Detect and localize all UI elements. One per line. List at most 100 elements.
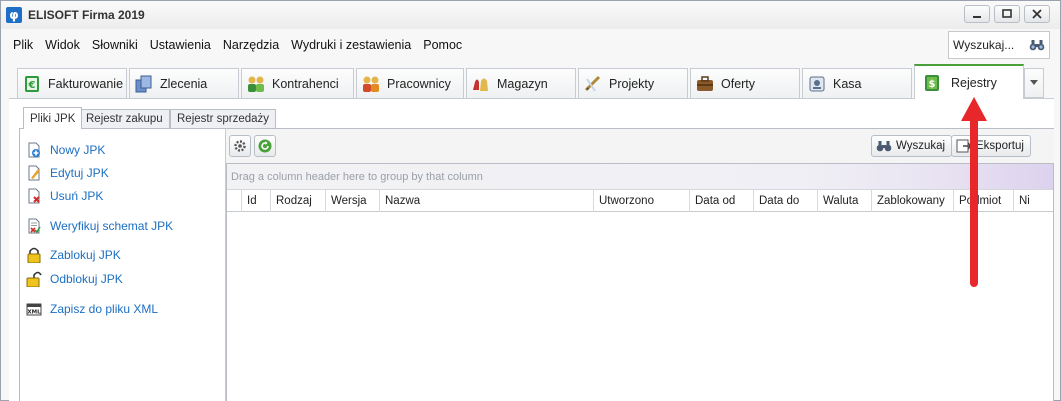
grid-header-row: Id Rodzaj Wersja Nazwa Utworzono Data od… [227, 190, 1053, 212]
menu-dictionaries[interactable]: Słowniki [86, 38, 144, 52]
column-header-version[interactable]: Wersja [326, 190, 380, 212]
svg-text:$: $ [929, 79, 936, 90]
search-placeholder: Wyszukaj... [953, 38, 1015, 52]
action-unlock-jpk[interactable]: Odblokuj JPK [26, 270, 123, 288]
tab-offers[interactable]: Oferty [690, 68, 800, 98]
subtab-jpk-files[interactable]: Pliki JPK [23, 107, 83, 129]
tab-projects-label: Projekty [609, 76, 655, 91]
action-lock-jpk-label: Zablokuj JPK [50, 248, 121, 262]
group-panel-hint: Drag a column header here to group by th… [231, 170, 483, 183]
tab-overflow-dropdown[interactable] [1024, 68, 1044, 98]
grid-search-button[interactable]: Wyszukaj [871, 135, 953, 157]
action-delete-jpk-label: Usuń JPK [50, 189, 104, 203]
grid-settings-button[interactable] [229, 135, 251, 157]
tab-registers-label: Rejestry [951, 75, 997, 90]
contractors-icon [248, 76, 264, 92]
action-edit-jpk-label: Edytuj JPK [50, 166, 109, 180]
xml-file-icon: XML [26, 303, 42, 316]
tab-warehouse-label: Magazyn [497, 76, 548, 91]
lock-icon [27, 247, 41, 263]
minimize-button[interactable] [964, 5, 990, 23]
offers-icon [697, 75, 713, 91]
module-tab-strip: € Fakturowanie Zlecenia Kontrahenci Prac… [17, 64, 1044, 99]
registers-icon: $ [925, 74, 939, 91]
tab-employees-label: Pracownicy [387, 76, 451, 91]
menu-settings[interactable]: Ustawienia [144, 38, 217, 52]
refresh-icon [258, 139, 272, 153]
column-header-nip[interactable]: Ni [1014, 190, 1053, 212]
action-delete-jpk[interactable]: Usuń JPK [26, 187, 103, 205]
menu-bar: Plik Widok Słowniki Ustawienia Narzędzia… [1, 29, 1060, 61]
employees-icon [363, 76, 379, 92]
tab-contractors[interactable]: Kontrahenci [241, 68, 354, 98]
close-button[interactable] [1024, 5, 1050, 23]
column-header-type[interactable]: Rodzaj [271, 190, 326, 212]
tab-projects[interactable]: Projekty [578, 68, 688, 98]
menu-help[interactable]: Pomoc [417, 38, 468, 52]
binoculars-icon [1029, 40, 1045, 51]
action-new-jpk-label: Nowy JPK [50, 143, 106, 157]
app-window: φ ELISOFT Firma 2019 Plik Widok Słowniki… [0, 0, 1061, 401]
column-header-date-from[interactable]: Data od [690, 190, 754, 212]
tab-orders[interactable]: Zlecenia [129, 68, 239, 98]
subtab-purchase-register[interactable]: Rejestr zakupu [79, 109, 170, 128]
column-header-created[interactable]: Utworzono [594, 190, 690, 212]
group-by-panel[interactable]: Drag a column header here to group by th… [227, 164, 1053, 190]
action-verify-schema-label: Weryfikuj schemat JPK [50, 219, 174, 233]
action-lock-jpk[interactable]: Zablokuj JPK [26, 246, 121, 264]
minimize-icon [973, 16, 981, 18]
menu-view[interactable]: Widok [39, 38, 86, 52]
subtab-sales-register[interactable]: Rejestr sprzedaży [170, 109, 277, 128]
window-title: ELISOFT Firma 2019 [28, 8, 145, 22]
tab-cashbox-label: Kasa [833, 76, 862, 91]
cashbox-icon [809, 76, 825, 91]
chevron-down-icon [1030, 80, 1038, 85]
jpk-panel: Nowy JPK Edytuj JPK Usuń JPK Weryfikuj s… [19, 128, 1054, 401]
column-header-id[interactable]: Id [242, 190, 271, 212]
projects-icon [584, 75, 601, 92]
warehouse-icon [473, 78, 488, 91]
annotation-arrow-icon [961, 97, 987, 287]
svg-text:€: € [28, 80, 36, 91]
column-header-currency[interactable]: Waluta [818, 190, 872, 212]
action-verify-schema[interactable]: Weryfikuj schemat JPK [26, 217, 173, 235]
delete-document-icon [28, 188, 40, 204]
column-header-name[interactable]: Nazwa [380, 190, 594, 212]
column-header-date-to[interactable]: Data do [754, 190, 818, 212]
verify-schema-icon [28, 218, 41, 234]
module-content: Pliki JPK Rejestr zakupu Rejestr sprzeda… [9, 98, 1054, 401]
menu-tools[interactable]: Narzędzia [217, 38, 285, 52]
grid-search-label: Wyszukaj [896, 140, 946, 152]
tab-cashbox[interactable]: Kasa [802, 68, 912, 98]
tab-invoicing-label: Fakturowanie [48, 76, 124, 91]
tab-orders-label: Zlecenia [160, 76, 208, 91]
gear-icon [234, 140, 246, 152]
title-bar: φ ELISOFT Firma 2019 [1, 1, 1060, 29]
menu-reports[interactable]: Wydruki i zestawienia [285, 38, 417, 52]
jpk-grid-area: Wyszukaj Eksportuj Drag a column header … [226, 129, 1054, 401]
action-save-xml[interactable]: XML Zapisz do pliku XML [26, 300, 158, 318]
invoice-icon: € [25, 75, 39, 92]
tab-invoicing[interactable]: € Fakturowanie [17, 68, 127, 98]
svg-text:XML: XML [27, 310, 41, 316]
jpk-data-grid: Drag a column header here to group by th… [226, 163, 1054, 401]
tab-contractors-label: Kontrahenci [272, 76, 339, 91]
binoculars-icon [876, 141, 892, 152]
new-document-icon [28, 142, 40, 158]
action-save-xml-label: Zapisz do pliku XML [50, 302, 159, 316]
tab-employees[interactable]: Pracownicy [356, 68, 464, 98]
action-new-jpk[interactable]: Nowy JPK [26, 141, 105, 159]
grid-refresh-button[interactable] [254, 135, 276, 157]
action-panel: Nowy JPK Edytuj JPK Usuń JPK Weryfikuj s… [20, 129, 226, 401]
menu-file[interactable]: Plik [7, 38, 39, 52]
app-logo-icon: φ [6, 7, 22, 23]
unlock-icon [26, 271, 42, 287]
column-header-locked[interactable]: Zablokowany [872, 190, 954, 212]
edit-document-icon [28, 165, 40, 181]
tab-registers[interactable]: $ Rejestry [914, 64, 1024, 99]
maximize-icon [1002, 9, 1012, 18]
maximize-button[interactable] [994, 5, 1020, 23]
tab-warehouse[interactable]: Magazyn [466, 68, 576, 98]
action-edit-jpk[interactable]: Edytuj JPK [26, 164, 109, 182]
global-search-input[interactable]: Wyszukaj... [948, 31, 1050, 59]
